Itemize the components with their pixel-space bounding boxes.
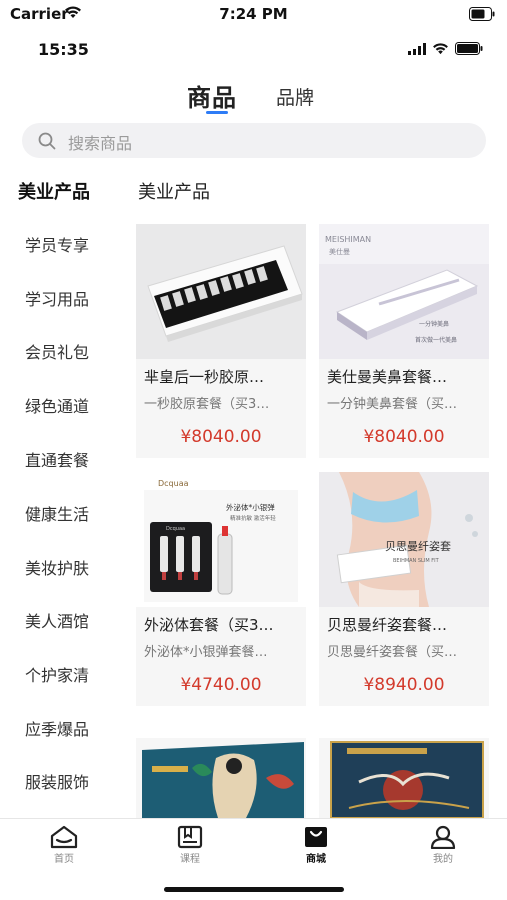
app-time: 15:35 bbox=[38, 40, 89, 59]
sidebar-item-bar[interactable]: 美人酒馆 bbox=[0, 607, 124, 637]
image-headline: 外泌体*小银弹 bbox=[226, 502, 275, 512]
tab-shop[interactable]: 商城 bbox=[276, 825, 356, 869]
course-icon bbox=[177, 825, 203, 849]
tab-course[interactable]: 课程 bbox=[150, 825, 230, 869]
sidebar-item-healthy-life[interactable]: 健康生活 bbox=[0, 500, 124, 530]
product-price: ¥8040.00 bbox=[180, 427, 262, 447]
image-brand-text: MEISHIMAN bbox=[325, 235, 371, 244]
sidebar-item-study-supplies[interactable]: 学习用品 bbox=[0, 285, 124, 315]
simulator-status-bar: Carrier 7:24 PM bbox=[0, 0, 507, 28]
product-title: 外泌体套餐（买3… bbox=[144, 616, 274, 634]
product-card[interactable]: Dcquaa 外泌体*小银弹 精准抗敏 激活年轻 Dcquaa 外泌体套餐（买3… bbox=[136, 472, 306, 706]
tab-shop-label: 商城 bbox=[306, 854, 326, 865]
sidebar-item-member-gift[interactable]: 会员礼包 bbox=[0, 338, 124, 368]
tab-home-label: 首页 bbox=[54, 854, 74, 865]
home-indicator bbox=[164, 887, 344, 892]
product-image-ampoule-box bbox=[136, 224, 306, 359]
tab-profile-label: 我的 bbox=[433, 854, 453, 865]
product-image-nose-kit-box: MEISHIMAN 美仕曼 一分钟美鼻 首次做一代美鼻 bbox=[319, 224, 489, 359]
battery-icon bbox=[469, 6, 495, 25]
simulator-time: 7:24 PM bbox=[219, 5, 288, 23]
search-bar[interactable]: 搜索商品 bbox=[22, 123, 486, 158]
product-card[interactable] bbox=[136, 738, 306, 818]
tab-brands[interactable]: 品牌 bbox=[276, 83, 314, 110]
battery-icon bbox=[455, 42, 483, 55]
product-image-serum-kit: Dcquaa 外泌体*小银弹 精准抗敏 激活年轻 Dcquaa bbox=[136, 472, 306, 607]
category-sidebar: 美业产品 学员专享 学习用品 会员礼包 绿色通道 直通套餐 健康生活 美妆护肤 … bbox=[0, 170, 124, 818]
search-placeholder: 搜索商品 bbox=[68, 134, 133, 153]
product-title: 美仕曼美鼻套餐… bbox=[327, 368, 448, 386]
tab-active-indicator bbox=[206, 111, 228, 114]
sidebar-item-apparel[interactable]: 服装服饰 bbox=[0, 768, 124, 798]
product-card[interactable] bbox=[319, 738, 489, 818]
sidebar-item-seasonal[interactable]: 应季爆品 bbox=[0, 715, 124, 745]
product-title: 芈皇后一秒胶原… bbox=[144, 368, 265, 386]
app-status-bar: 15:35 bbox=[0, 36, 507, 66]
sidebar-item-beauty-products[interactable]: 美业产品 bbox=[0, 178, 124, 208]
shop-bag-icon bbox=[305, 827, 327, 847]
image-tagline: BEIHMAN SLIM FIT bbox=[393, 558, 440, 564]
product-image-gift-box-painting bbox=[136, 738, 306, 818]
product-subtitle: 一分钟美鼻套餐（买… bbox=[327, 397, 458, 412]
image-caption-2: 首次做一代美鼻 bbox=[415, 336, 457, 344]
product-card[interactable]: MEISHIMAN 美仕曼 一分钟美鼻 首次做一代美鼻 美仕曼美鼻套餐… 一分钟… bbox=[319, 224, 489, 458]
bottom-tab-bar: 首页 课程 商城 我的 bbox=[0, 818, 507, 900]
product-subtitle: 贝思曼纤姿套餐（买… bbox=[327, 645, 458, 660]
image-caption-1: 一分钟美鼻 bbox=[419, 320, 449, 328]
tab-profile[interactable]: 我的 bbox=[403, 825, 483, 869]
image-box-logo: Dcquaa bbox=[166, 526, 185, 532]
tab-home[interactable]: 首页 bbox=[24, 825, 104, 869]
status-icons bbox=[408, 42, 483, 55]
image-tagline: 精准抗敏 激活年轻 bbox=[230, 514, 276, 522]
sidebar-item-green-channel[interactable]: 绿色通道 bbox=[0, 392, 124, 422]
product-price: ¥4740.00 bbox=[180, 675, 262, 695]
sidebar-item-student[interactable]: 学员专享 bbox=[0, 231, 124, 261]
sidebar-item-personal-care[interactable]: 个护家清 bbox=[0, 661, 124, 691]
search-icon bbox=[38, 132, 56, 154]
sidebar-item-skincare[interactable]: 美妆护肤 bbox=[0, 554, 124, 584]
product-title: 贝思曼纤姿套餐… bbox=[327, 616, 448, 634]
product-image-body-slim: 贝思曼纤姿套 BEIHMAN SLIM FIT bbox=[319, 472, 489, 607]
product-card[interactable]: 贝思曼纤姿套 BEIHMAN SLIM FIT 贝思曼纤姿套餐… 贝思曼纤姿套餐… bbox=[319, 472, 489, 706]
image-brand-text-cn: 美仕曼 bbox=[329, 247, 350, 256]
product-image-gift-box-crane bbox=[319, 738, 489, 818]
home-icon bbox=[50, 825, 78, 849]
tab-course-label: 课程 bbox=[180, 854, 200, 865]
image-headline: 贝思曼纤姿套 bbox=[385, 540, 451, 553]
product-subtitle: 一秒胶原套餐（买3… bbox=[144, 397, 270, 412]
person-icon bbox=[430, 825, 456, 849]
section-title: 美业产品 bbox=[138, 182, 210, 203]
signal-icon bbox=[408, 42, 426, 55]
tab-products[interactable]: 商品 bbox=[187, 78, 237, 113]
product-card[interactable]: 芈皇后一秒胶原… 一秒胶原套餐（买3… ¥8040.00 bbox=[136, 224, 306, 458]
image-logo-text: Dcquaa bbox=[158, 479, 189, 488]
product-price: ¥8040.00 bbox=[363, 427, 445, 447]
wifi-icon bbox=[433, 43, 448, 55]
product-subtitle: 外泌体*小银弹套餐… bbox=[144, 645, 268, 660]
product-price: ¥8940.00 bbox=[363, 675, 445, 695]
top-tabs: 商品 品牌 bbox=[0, 78, 507, 118]
sidebar-item-direct-package[interactable]: 直通套餐 bbox=[0, 446, 124, 476]
